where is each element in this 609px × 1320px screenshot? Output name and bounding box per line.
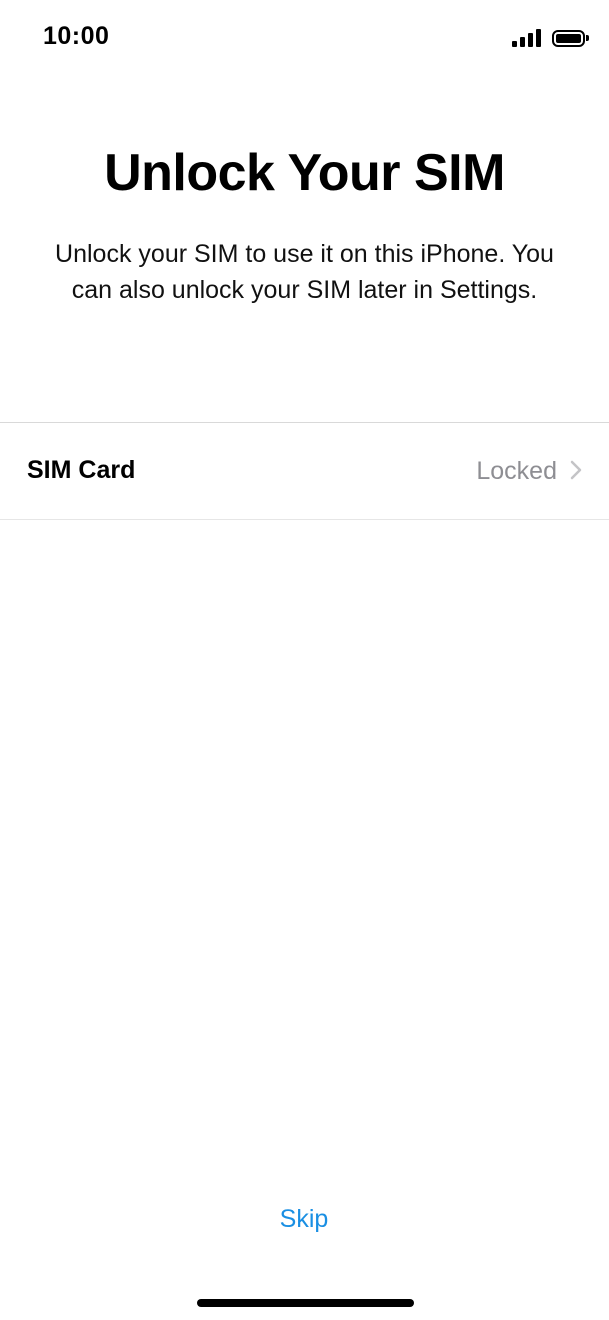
battery-icon xyxy=(552,29,589,47)
cellular-signal-icon xyxy=(512,29,541,47)
sim-card-status: Locked xyxy=(476,457,557,485)
page-title: Unlock Your SIM xyxy=(104,144,505,202)
skip-button[interactable]: Skip xyxy=(204,1196,404,1242)
chevron-right-icon xyxy=(570,460,582,480)
status-time: 10:00 xyxy=(43,22,110,50)
sim-card-label: SIM Card xyxy=(27,456,136,484)
status-icons xyxy=(512,27,589,49)
home-indicator[interactable] xyxy=(197,1299,414,1307)
status-bar: 10:00 xyxy=(0,0,609,74)
sim-card-row[interactable]: SIM Card Locked xyxy=(0,422,609,520)
page-description: Unlock your SIM to use it on this iPhone… xyxy=(55,240,554,304)
